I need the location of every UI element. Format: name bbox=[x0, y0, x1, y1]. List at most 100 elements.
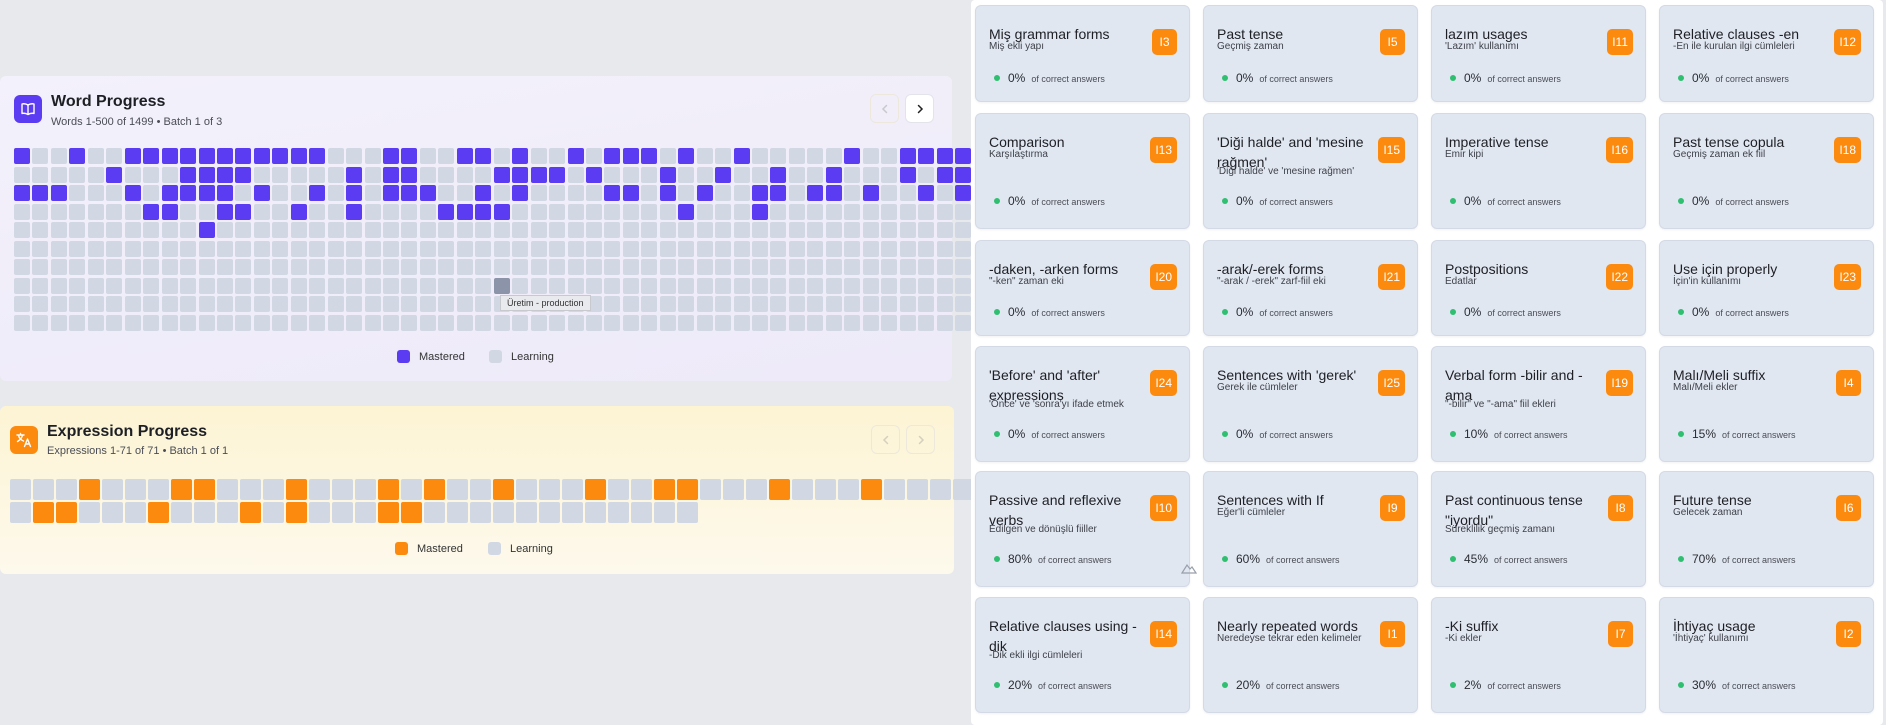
mastered-cell[interactable] bbox=[475, 203, 492, 220]
mastered-cell[interactable] bbox=[641, 148, 658, 164]
learning-cell[interactable] bbox=[235, 314, 252, 331]
learning-cell[interactable] bbox=[106, 259, 123, 275]
learning-cell[interactable] bbox=[171, 502, 192, 523]
learning-cell[interactable] bbox=[180, 240, 197, 257]
mastered-cell[interactable] bbox=[769, 479, 790, 500]
learning-cell[interactable] bbox=[585, 185, 602, 201]
lesson-card[interactable]: Imperative tense Emir kipi I16 0% of correct… bbox=[1431, 113, 1646, 229]
learning-cell[interactable] bbox=[715, 203, 732, 220]
learning-cell[interactable] bbox=[641, 222, 658, 238]
lesson-card[interactable]: Comparison Karşılaştırma I13 0% of correct a… bbox=[975, 113, 1190, 229]
learning-cell[interactable] bbox=[364, 166, 381, 183]
mastered-cell[interactable] bbox=[180, 148, 197, 164]
learning-cell[interactable] bbox=[549, 277, 566, 294]
learning-cell[interactable] bbox=[936, 314, 953, 331]
mastered-cell[interactable] bbox=[253, 148, 270, 164]
learning-cell[interactable] bbox=[641, 314, 658, 331]
learning-cell[interactable] bbox=[899, 222, 916, 238]
learning-cell[interactable] bbox=[309, 277, 326, 294]
mastered-cell[interactable] bbox=[401, 166, 418, 183]
learning-cell[interactable] bbox=[309, 166, 326, 183]
learning-cell[interactable] bbox=[678, 259, 695, 275]
learning-cell[interactable] bbox=[936, 296, 953, 312]
mastered-cell[interactable] bbox=[79, 479, 100, 500]
learning-cell[interactable] bbox=[788, 277, 805, 294]
learning-cell[interactable] bbox=[10, 479, 31, 500]
learning-cell[interactable] bbox=[562, 502, 583, 523]
mastered-cell[interactable] bbox=[235, 148, 252, 164]
mastered-cell[interactable] bbox=[346, 203, 363, 220]
mastered-cell[interactable] bbox=[216, 185, 233, 201]
learning-cell[interactable] bbox=[899, 203, 916, 220]
learning-cell[interactable] bbox=[401, 240, 418, 257]
learning-cell[interactable] bbox=[161, 240, 178, 257]
learning-cell[interactable] bbox=[161, 259, 178, 275]
learning-cell[interactable] bbox=[733, 222, 750, 238]
learning-cell[interactable] bbox=[631, 502, 652, 523]
learning-cell[interactable] bbox=[401, 296, 418, 312]
learning-cell[interactable] bbox=[567, 259, 584, 275]
learning-cell[interactable] bbox=[549, 148, 566, 164]
learning-cell[interactable] bbox=[881, 259, 898, 275]
word-next-button[interactable] bbox=[905, 94, 934, 123]
learning-cell[interactable] bbox=[346, 222, 363, 238]
learning-cell[interactable] bbox=[936, 203, 953, 220]
learning-cell[interactable] bbox=[641, 296, 658, 312]
mastered-cell[interactable] bbox=[493, 479, 514, 500]
learning-cell[interactable] bbox=[770, 240, 787, 257]
learning-cell[interactable] bbox=[770, 148, 787, 164]
mastered-cell[interactable] bbox=[50, 185, 67, 201]
mastered-cell[interactable] bbox=[567, 148, 584, 164]
learning-cell[interactable] bbox=[69, 222, 86, 238]
learning-cell[interactable] bbox=[327, 222, 344, 238]
learning-cell[interactable] bbox=[50, 203, 67, 220]
learning-cell[interactable] bbox=[549, 185, 566, 201]
learning-cell[interactable] bbox=[881, 166, 898, 183]
learning-cell[interactable] bbox=[881, 222, 898, 238]
mastered-cell[interactable] bbox=[456, 148, 473, 164]
learning-cell[interactable] bbox=[678, 166, 695, 183]
learning-cell[interactable] bbox=[364, 296, 381, 312]
lesson-card[interactable]: Malı/Meli suffix Malı/Meli ekler I4 15% of c… bbox=[1659, 346, 1874, 462]
learning-cell[interactable] bbox=[272, 166, 289, 183]
learning-cell[interactable] bbox=[549, 314, 566, 331]
learning-cell[interactable] bbox=[290, 259, 307, 275]
mastered-cell[interactable] bbox=[899, 166, 916, 183]
learning-cell[interactable] bbox=[364, 148, 381, 164]
mastered-cell[interactable] bbox=[383, 148, 399, 164]
learning-cell[interactable] bbox=[216, 277, 233, 294]
learning-cell[interactable] bbox=[216, 240, 233, 257]
learning-cell[interactable] bbox=[530, 203, 547, 220]
learning-cell[interactable] bbox=[240, 479, 261, 500]
learning-cell[interactable] bbox=[143, 222, 160, 238]
mastered-cell[interactable] bbox=[604, 148, 621, 164]
learning-cell[interactable] bbox=[456, 166, 473, 183]
learning-cell[interactable] bbox=[549, 203, 566, 220]
learning-cell[interactable] bbox=[862, 277, 879, 294]
learning-cell[interactable] bbox=[862, 259, 879, 275]
learning-cell[interactable] bbox=[659, 203, 676, 220]
learning-cell[interactable] bbox=[696, 148, 713, 164]
learning-cell[interactable] bbox=[198, 203, 215, 220]
mastered-cell[interactable] bbox=[954, 185, 971, 201]
learning-cell[interactable] bbox=[327, 240, 344, 257]
learning-cell[interactable] bbox=[124, 166, 141, 183]
mastered-cell[interactable] bbox=[752, 203, 768, 220]
learning-cell[interactable] bbox=[567, 203, 584, 220]
mastered-cell[interactable] bbox=[198, 222, 215, 238]
mastered-cell[interactable] bbox=[290, 148, 307, 164]
learning-cell[interactable] bbox=[475, 314, 492, 331]
learning-cell[interactable] bbox=[770, 277, 787, 294]
learning-cell[interactable] bbox=[87, 296, 104, 312]
learning-cell[interactable] bbox=[124, 203, 141, 220]
learning-cell[interactable] bbox=[918, 222, 935, 238]
learning-cell[interactable] bbox=[844, 240, 861, 257]
mastered-cell[interactable] bbox=[475, 148, 492, 164]
learning-cell[interactable] bbox=[50, 222, 67, 238]
mastered-cell[interactable] bbox=[124, 185, 141, 201]
lesson-card[interactable]: Future tense Gelecek zaman I6 70% of correct… bbox=[1659, 471, 1874, 587]
learning-cell[interactable] bbox=[272, 240, 289, 257]
learning-cell[interactable] bbox=[309, 203, 326, 220]
learning-cell[interactable] bbox=[585, 314, 602, 331]
learning-cell[interactable] bbox=[106, 277, 123, 294]
